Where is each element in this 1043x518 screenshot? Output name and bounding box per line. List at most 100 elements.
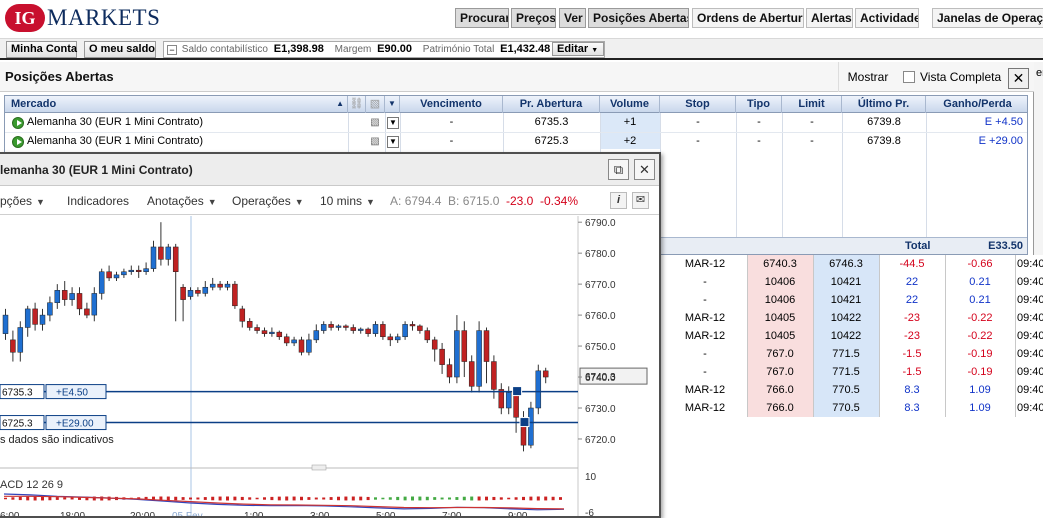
- candle-body: [320, 324, 327, 331]
- row-menu-icon[interactable]: ▼: [387, 117, 399, 129]
- minha-conta-button[interactable]: Minha Conta: [6, 41, 77, 58]
- editar-dropdown-button[interactable]: Editar ▼: [552, 42, 604, 56]
- row-mercado[interactable]: Alemanha 30 (EUR 1 Mini Contrato): [27, 133, 347, 151]
- col-pr-abertura[interactable]: Pr. Abertura: [503, 96, 600, 113]
- close-panel-button[interactable]: ✕: [1008, 68, 1029, 89]
- indicadores-menu[interactable]: Indicadores: [67, 194, 129, 208]
- nav-procurar-button[interactable]: Procurar: [455, 8, 509, 28]
- market-cell-venda: 10405: [764, 312, 796, 324]
- row-limit[interactable]: -: [782, 133, 842, 151]
- link-icon[interactable]: ⛓: [348, 96, 366, 113]
- row-stop[interactable]: -: [660, 133, 736, 151]
- col-vencimento[interactable]: Vencimento: [400, 96, 503, 113]
- nav-ordens-button[interactable]: Ordens de Abertura: [692, 8, 804, 28]
- markets-price-grid: MAR-12 6740.3 6746.3 -44.5 -0.66 09:40 - 10406 1…: [663, 255, 1043, 425]
- collapse-icon[interactable]: −: [167, 45, 177, 55]
- candle-body: [121, 271, 127, 276]
- saldo-value: E1,398.98: [273, 43, 324, 55]
- col-mercado[interactable]: Mercado ▲: [5, 96, 348, 113]
- play-icon[interactable]: [12, 117, 24, 129]
- candle-body: [54, 290, 61, 303]
- col-limit[interactable]: Limit: [782, 96, 842, 113]
- vista-completa-toggle[interactable]: Vista Completa: [903, 70, 1001, 84]
- market-cell-compra: 771.5: [832, 348, 860, 360]
- market-cell-compra: 10422: [830, 312, 862, 324]
- macd-histogram-bar: [337, 496, 340, 501]
- chevron-down-icon: ▼: [36, 197, 45, 207]
- row-mercado[interactable]: Alemanha 30 (EUR 1 Mini Contrato): [27, 114, 347, 132]
- market-cell-pct: 0.21: [969, 294, 991, 306]
- market-cell-pct: -0.22: [967, 312, 993, 324]
- nav-alertas-button[interactable]: Alertas: [806, 8, 853, 28]
- candle-body: [254, 327, 260, 331]
- candle-body: [409, 324, 416, 327]
- nav-janelas-button[interactable]: Janelas de Operação: [932, 8, 1043, 28]
- row-limit[interactable]: -: [782, 114, 842, 132]
- market-row[interactable]: MAR-12 6740.3 6746.3 -44.5 -0.66 09:40: [663, 255, 1043, 273]
- nav-actividade-button[interactable]: Actividade: [855, 8, 919, 28]
- market-cell-var: 8.3: [904, 402, 920, 414]
- chart-window[interactable]: lemanha 30 (EUR 1 Mini Contrato) ⧉ ✕ pçõ…: [0, 152, 661, 518]
- chart-icon[interactable]: ▧: [366, 96, 385, 113]
- col-ultimo-pr[interactable]: Último Pr.: [842, 96, 926, 113]
- market-row[interactable]: - 10406 10421 22 0.21 09:40: [663, 291, 1043, 309]
- chart-icon[interactable]: ▧: [369, 136, 381, 148]
- chart-title-bar[interactable]: lemanha 30 (EUR 1 Mini Contrato) ⧉ ✕: [0, 154, 659, 186]
- col-ganho-perda[interactable]: Ganho/Perda: [926, 96, 1027, 113]
- macd-histogram-bar: [425, 496, 429, 501]
- market-row[interactable]: - 767.0 771.5 -1.5 -0.19 09:40: [663, 363, 1043, 381]
- info-icon[interactable]: i: [610, 192, 627, 209]
- macd-histogram-bar: [226, 496, 229, 501]
- chart-icon[interactable]: ▧: [369, 117, 381, 129]
- macd-tick-label: 10: [585, 472, 597, 483]
- close-icon[interactable]: ✕: [634, 159, 655, 180]
- market-row[interactable]: MAR-12 10405 10422 -23 -0.22 09:40: [663, 327, 1043, 345]
- col-stop[interactable]: Stop: [660, 96, 736, 113]
- popout-icon[interactable]: ⧉: [608, 159, 629, 180]
- candle-body: [261, 330, 268, 334]
- table-row[interactable]: Alemanha 30 (EUR 1 Mini Contrato) ▧ ▼ - …: [5, 132, 1027, 151]
- bid-quote: B: 6715.0: [448, 194, 499, 208]
- opcoes-menu[interactable]: pções ▼: [0, 194, 45, 208]
- col-volume[interactable]: Volume: [600, 96, 660, 113]
- macd-histogram-bar: [233, 496, 237, 501]
- market-row[interactable]: - 767.0 771.5 -1.5 -0.19 09:40: [663, 345, 1043, 363]
- market-cell-hora: 09:40: [1017, 276, 1043, 288]
- candle-body: [276, 331, 283, 338]
- position-pnl-label: +E29.00: [56, 419, 94, 430]
- table-row[interactable]: Alemanha 30 (EUR 1 Mini Contrato) ▧ ▼ - …: [5, 114, 1027, 132]
- price-chart[interactable]: 6735.3 +E4.506725.3 +E29.006740.3s dados s…: [0, 216, 659, 518]
- bid-value: 6715.0: [462, 194, 500, 208]
- nav-precos-button[interactable]: Preços: [511, 8, 556, 28]
- col-tipo[interactable]: Tipo: [736, 96, 782, 113]
- macd-histogram-bar: [292, 496, 296, 501]
- checkbox-icon[interactable]: [903, 71, 915, 83]
- play-icon[interactable]: [12, 136, 24, 148]
- market-cell-vencimento: MAR-12: [684, 258, 726, 270]
- macd-histogram-bar: [396, 496, 400, 501]
- macd-histogram-bar: [344, 496, 348, 501]
- row-stop[interactable]: -: [660, 114, 736, 132]
- mostrar-button[interactable]: Mostrar: [838, 62, 897, 92]
- market-row[interactable]: - 10406 10421 22 0.21 09:40: [663, 273, 1043, 291]
- macd-histogram-bar: [433, 497, 437, 500]
- nav-posicoes-abertas-button[interactable]: Posições Abertas: [588, 8, 689, 28]
- candle-body: [357, 328, 364, 331]
- macd-histogram-bar: [189, 497, 192, 500]
- macd-histogram-bar: [507, 497, 511, 500]
- market-cell-vencimento: -: [703, 276, 707, 288]
- anotacoes-menu[interactable]: Anotações ▼: [147, 194, 217, 208]
- mail-icon[interactable]: ✉: [632, 192, 649, 209]
- nav-ver-button[interactable]: Ver: [559, 8, 586, 28]
- sort-asc-icon[interactable]: ▲: [336, 96, 344, 112]
- market-row[interactable]: MAR-12 766.0 770.5 8.3 1.09 09:40: [663, 381, 1043, 399]
- meu-saldo-button[interactable]: O meu saldo: [84, 41, 156, 58]
- candle-body: [17, 327, 24, 353]
- market-row[interactable]: MAR-12 766.0 770.5 8.3 1.09 09:40: [663, 399, 1043, 417]
- interval-dropdown[interactable]: 10 mins ▼: [320, 194, 375, 208]
- column-menu-icon[interactable]: ▼: [385, 96, 400, 113]
- market-row[interactable]: MAR-12 10405 10422 -23 -0.22 09:40: [663, 309, 1043, 327]
- operacoes-menu[interactable]: Operações ▼: [232, 194, 304, 208]
- macd-histogram-bar: [314, 497, 318, 500]
- row-menu-icon[interactable]: ▼: [387, 136, 399, 148]
